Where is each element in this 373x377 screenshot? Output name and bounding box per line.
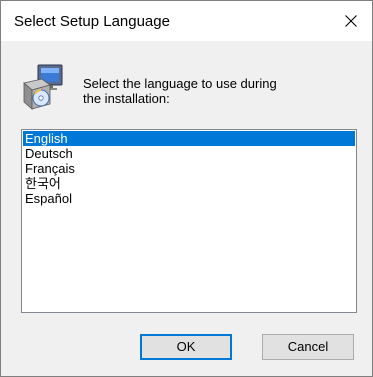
language-listbox[interactable]: English Deutsch Français 한국어 Español (21, 129, 357, 313)
language-option[interactable]: Deutsch (23, 146, 355, 161)
instruction-text: Select the language to use during the in… (83, 76, 353, 106)
window-title: Select Setup Language (14, 13, 170, 30)
language-option[interactable]: Español (23, 191, 355, 206)
close-button[interactable] (328, 1, 372, 41)
ok-button[interactable]: OK (140, 334, 232, 360)
setup-language-dialog: Select Setup Language Select the languag… (0, 0, 373, 377)
title-bar: Select Setup Language (1, 1, 372, 41)
language-option[interactable]: 한국어 (23, 176, 355, 191)
close-icon (345, 15, 357, 27)
cancel-button[interactable]: Cancel (262, 334, 354, 360)
language-option[interactable]: Français (23, 161, 355, 176)
instruction-line-1: Select the language to use during (83, 76, 277, 91)
setup-installer-icon (23, 64, 63, 110)
instruction-line-2: the installation: (83, 91, 170, 106)
language-option[interactable]: English (23, 131, 355, 146)
